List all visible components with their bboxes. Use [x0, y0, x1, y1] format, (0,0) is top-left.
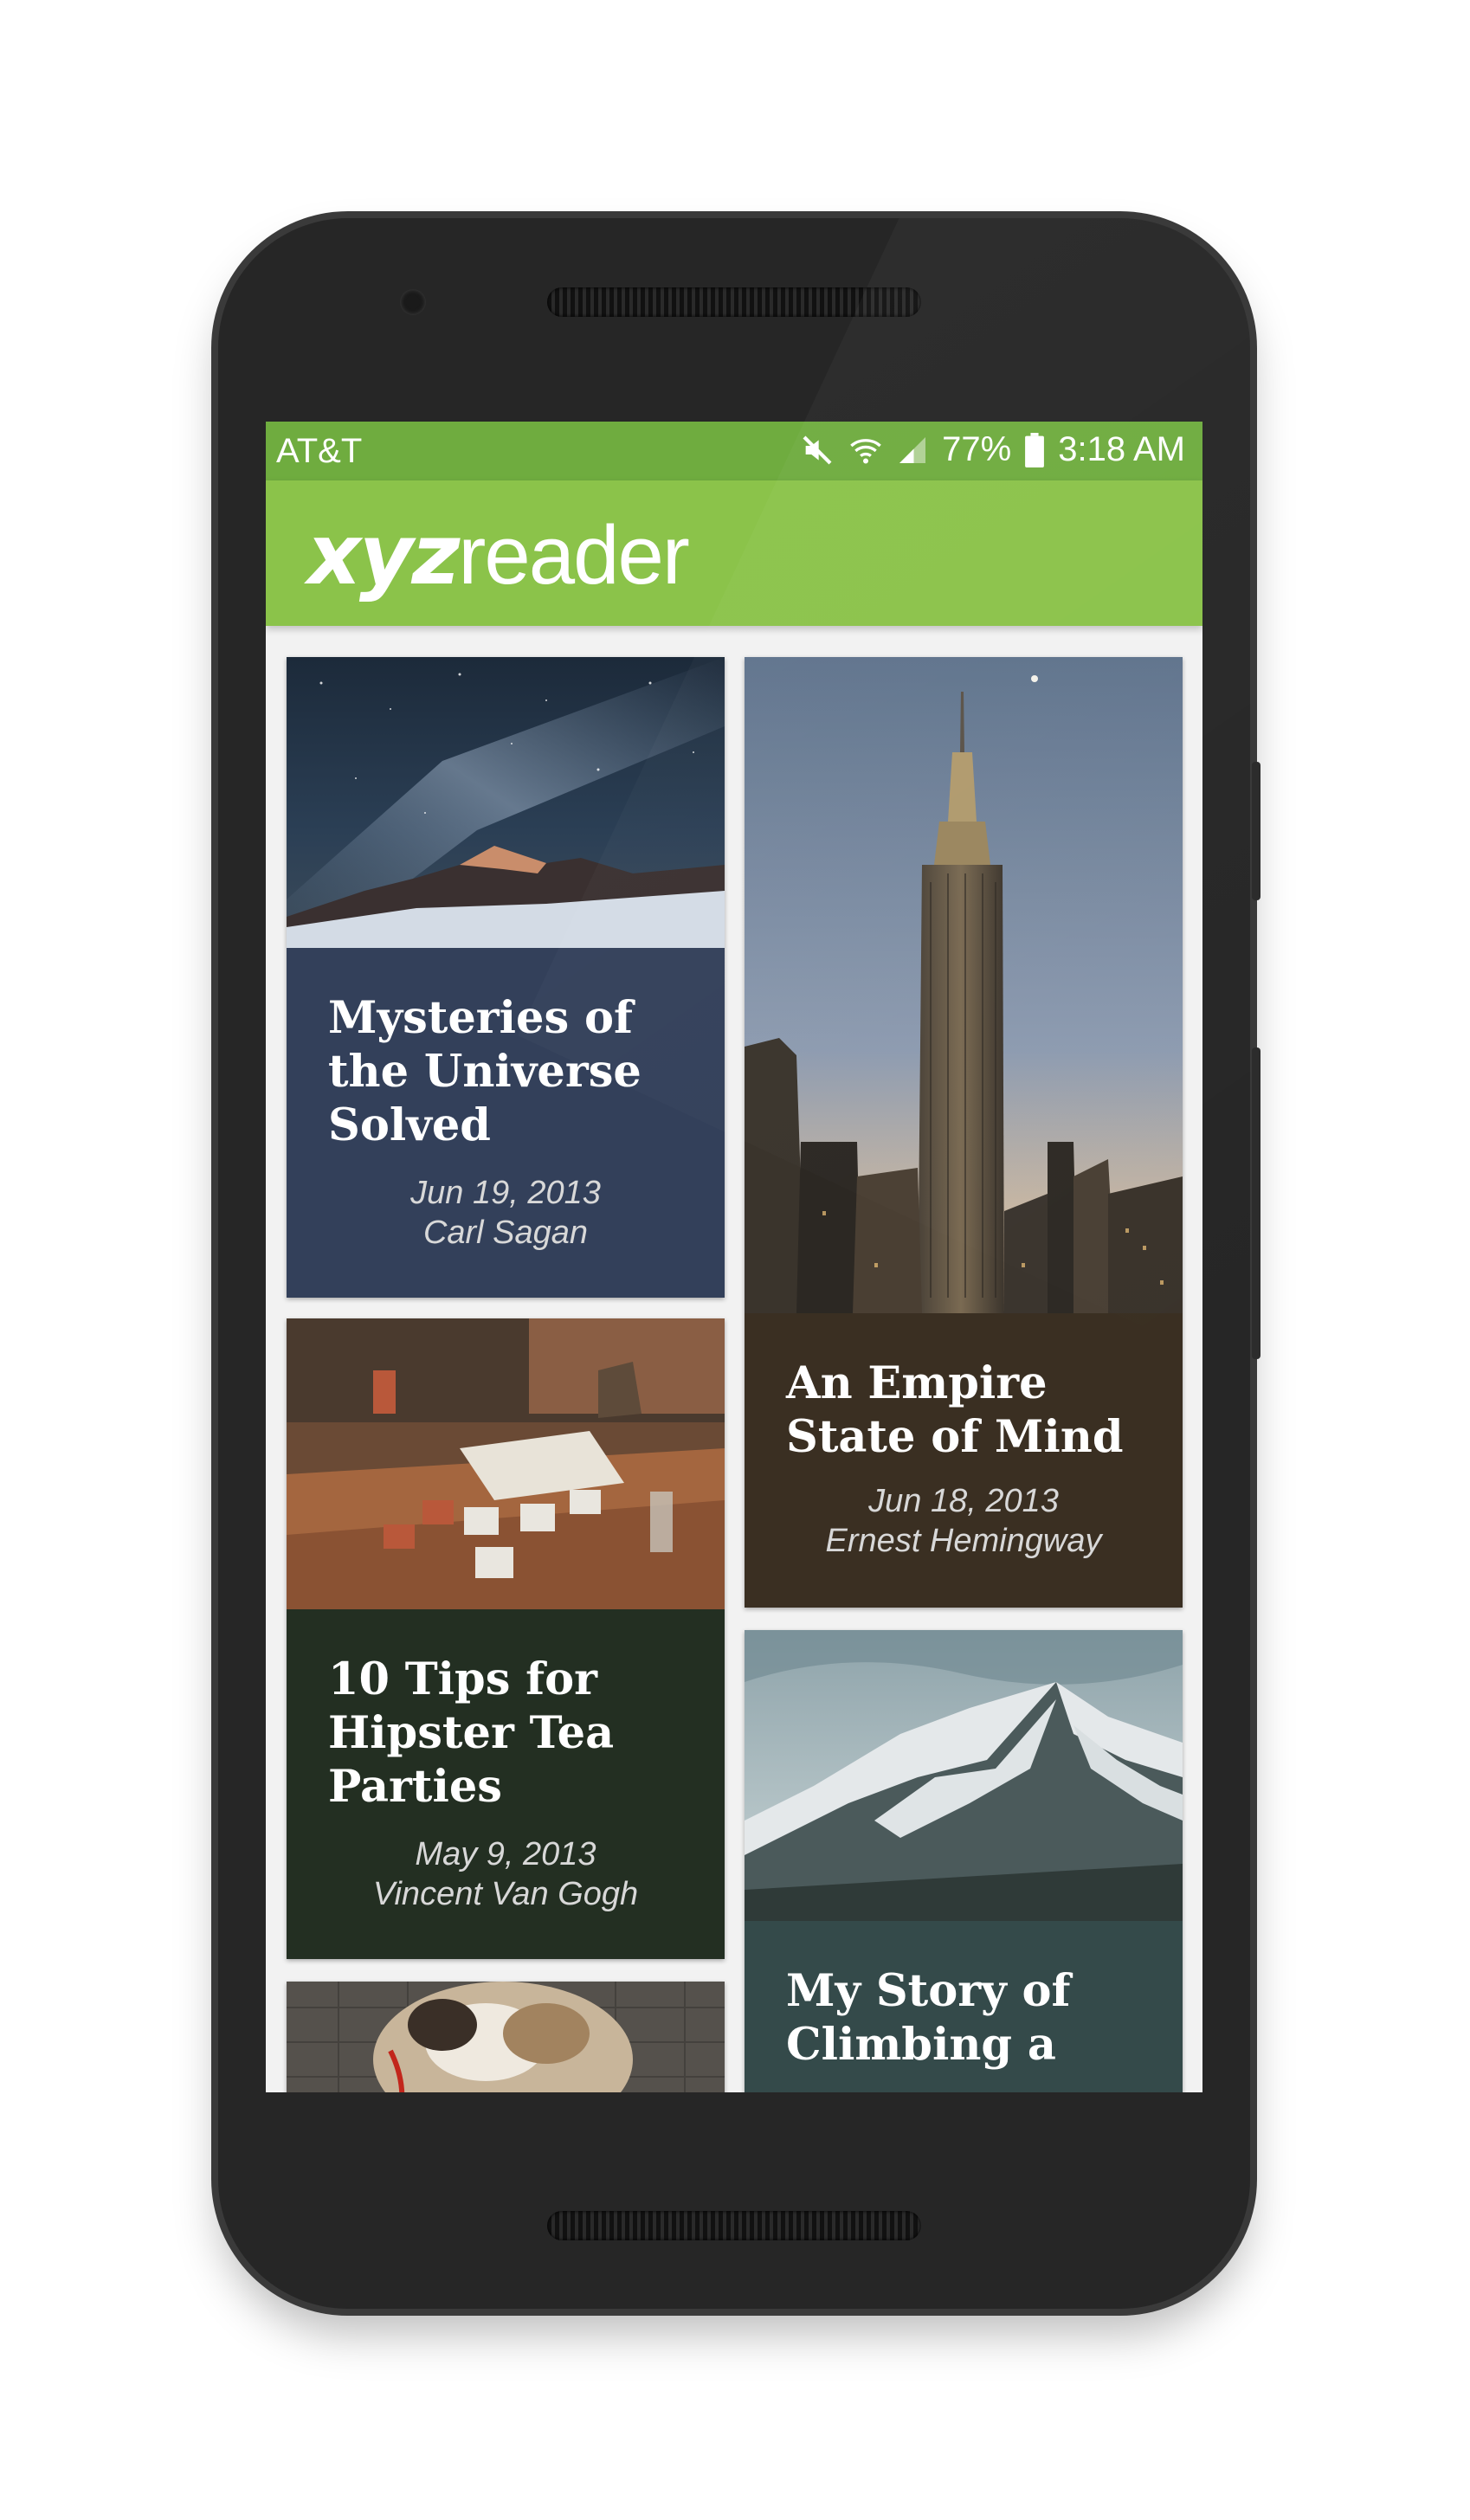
- signal-icon: [897, 433, 928, 467]
- article-author: Carl Sagan: [422, 1215, 589, 1251]
- bottom-speaker: [547, 2211, 921, 2240]
- article-title: My Story of Climbing a: [786, 1965, 1071, 2071]
- article-author: Ernest Hemingway: [825, 1523, 1102, 1559]
- article-title: Mysteries of the Universe Solved: [328, 992, 642, 1151]
- logo-xyz: xyz: [307, 506, 460, 603]
- article-meta: Mysteries of the Universe Solved Jun 19,…: [287, 948, 725, 1298]
- article-card[interactable]: Mysteries of the Universe Solved Jun 19,…: [287, 657, 725, 1298]
- mute-icon: [800, 433, 835, 467]
- article-card[interactable]: 10 Tips for Hipster Tea Parties May 9, 2…: [287, 1318, 725, 1959]
- article-meta: My Story of Climbing a: [745, 1921, 1183, 2092]
- article-grid: Mysteries of the Universe Solved Jun 19,…: [266, 626, 1202, 2092]
- article-author: Vincent Van Gogh: [372, 1876, 639, 1912]
- article-date: Jun 18, 2013: [868, 1483, 1059, 1519]
- article-thumbnail: [287, 657, 725, 948]
- app-bar: xyzreader: [266, 480, 1202, 626]
- article-thumbnail: [287, 1318, 725, 1609]
- article-title: An Empire State of Mind: [786, 1357, 1124, 1463]
- article-card[interactable]: [287, 1982, 725, 2092]
- wifi-icon: [848, 433, 883, 467]
- earpiece-speaker: [547, 287, 921, 317]
- screen: AT&T 77% 3:18 AM xyzreader Mysteries of …: [266, 422, 1202, 2092]
- carrier-label: AT&T: [276, 432, 363, 470]
- phone-frame: AT&T 77% 3:18 AM xyzreader Mysteries of …: [218, 218, 1250, 2309]
- article-thumbnail: [745, 657, 1183, 1313]
- battery-icon: [1025, 432, 1045, 467]
- article-meta: 10 Tips for Hipster Tea Parties May 9, 2…: [287, 1609, 725, 1959]
- status-icons: 77% 3:18 AM: [800, 430, 1185, 469]
- article-thumbnail: [287, 1982, 725, 2092]
- front-camera: [400, 289, 426, 315]
- battery-percent: 77%: [942, 430, 1012, 468]
- article-card[interactable]: My Story of Climbing a: [745, 1630, 1183, 2092]
- volume-button[interactable]: [1252, 1047, 1260, 1359]
- article-date: Jun 19, 2013: [410, 1175, 601, 1211]
- article-card[interactable]: An Empire State of Mind Jun 18, 2013 Ern…: [745, 657, 1183, 1608]
- article-thumbnail: [745, 1630, 1183, 1921]
- article-title: 10 Tips for Hipster Tea Parties: [328, 1653, 615, 1813]
- app-logo: xyzreader: [307, 506, 690, 603]
- status-bar: AT&T 77% 3:18 AM: [266, 422, 1202, 480]
- logo-reader: reader: [458, 509, 689, 602]
- article-date: May 9, 2013: [415, 1836, 596, 1872]
- article-meta: An Empire State of Mind Jun 18, 2013 Ern…: [745, 1313, 1183, 1608]
- power-button[interactable]: [1252, 762, 1260, 900]
- clock-time: 3:18 AM: [1058, 430, 1185, 468]
